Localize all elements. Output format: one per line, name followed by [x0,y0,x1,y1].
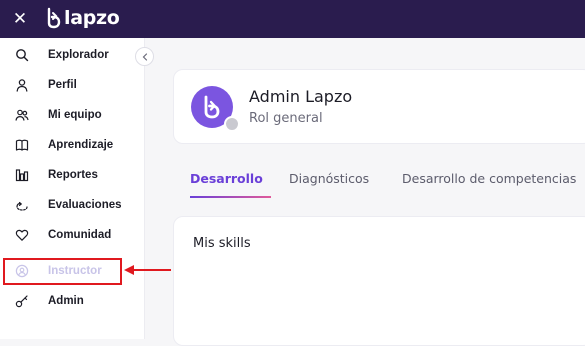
sidebar-item-mi-equipo[interactable]: Mi equipo [0,102,145,128]
sidebar-item-label: Explorador [48,49,109,61]
tab-diagnosticos[interactable]: Diagnósticos [289,171,369,186]
sidebar-item-label: Admin [48,295,84,307]
sidebar-item-comunidad[interactable]: Comunidad [0,222,145,248]
active-tab-indicator [190,196,271,198]
tab-desarrollo-de-competencias[interactable]: Desarrollo de competencias [402,171,576,186]
sidebar-collapse-button[interactable] [135,47,154,66]
skills-card: Mis skills [173,216,585,346]
tab-bar: Desarrollo Diagnósticos Desarrollo de co… [173,156,585,198]
chevron-left-icon [142,52,147,61]
brand-logo[interactable]: lapzo [46,6,120,30]
tab-desarrollo[interactable]: Desarrollo [190,171,263,186]
profile-card: Admin Lapzo Rol general [173,69,585,144]
sidebar-item-label: Reportes [48,169,98,181]
sidebar-item-admin[interactable]: Admin [0,288,145,314]
team-icon [15,108,29,122]
close-icon[interactable]: ✕ [12,9,28,29]
sidebar-item-label: Evaluaciones [48,199,122,211]
avatar-status-badge [224,116,240,132]
lapzo-avatar-icon [204,95,220,119]
lapzo-logo-icon [47,7,61,29]
bar-chart-icon [15,168,29,182]
brand-name: lapzo [64,7,120,29]
evaluation-icon [15,198,29,212]
sidebar-item-aprendizaje[interactable]: Aprendizaje [0,132,145,158]
annotation-arrow-icon [124,265,171,275]
skills-title: Mis skills [193,236,251,251]
sidebar-item-label: Comunidad [48,229,112,241]
sidebar-item-label: Mi equipo [48,109,102,121]
key-icon [15,294,29,308]
main-content: Admin Lapzo Rol general Desarrollo Diagn… [145,38,585,346]
heart-icon [15,228,29,242]
annotation-highlight-box [3,258,122,285]
search-icon [15,48,29,62]
sidebar-item-label: Perfil [48,79,77,91]
user-icon [15,78,29,92]
top-bar: ✕ lapzo [0,0,585,38]
sidebar-item-evaluaciones[interactable]: Evaluaciones [0,192,145,218]
sidebar-item-reportes[interactable]: Reportes [0,162,145,188]
sidebar: Explorador Perfil Mi equipo Aprendizaje … [0,38,145,339]
profile-name: Admin Lapzo [249,87,353,106]
sidebar-item-perfil[interactable]: Perfil [0,72,145,98]
book-icon [15,138,29,152]
sidebar-item-label: Aprendizaje [48,139,114,151]
profile-role: Rol general [249,111,323,126]
sidebar-item-explorador[interactable]: Explorador [0,42,145,68]
